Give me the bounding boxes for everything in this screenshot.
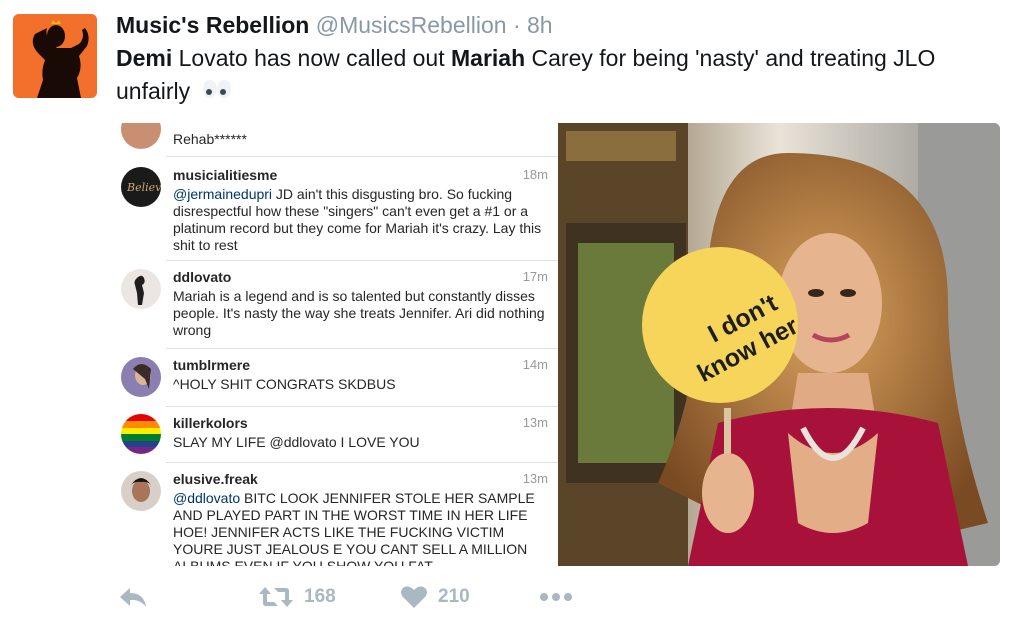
comment-text: @ddlovato BITC LOOK JENNIFER STOLE HER S… bbox=[173, 490, 548, 566]
comment-time: 13m bbox=[522, 415, 548, 430]
comment-username: tumblrmere bbox=[173, 357, 251, 373]
comment-time: 13m bbox=[522, 471, 548, 486]
commenter-avatar: Believe bbox=[121, 167, 161, 207]
tweet-timestamp[interactable]: 8h bbox=[527, 12, 553, 38]
instagram-comments-screenshot: Rehab****** Believe musicialitiesme 18m … bbox=[114, 123, 558, 566]
tweet-media[interactable]: Rehab****** Believe musicialitiesme 18m … bbox=[114, 123, 1000, 566]
comment-mention: @ddlovato bbox=[173, 490, 241, 506]
tweet-text-part-2: Lovato has now called out bbox=[172, 45, 451, 71]
more-button[interactable] bbox=[538, 585, 574, 609]
list-item: killerkolors 13m SLAY MY LIFE @ddlovato … bbox=[114, 407, 558, 463]
like-count: 210 bbox=[438, 586, 470, 607]
list-item: ddlovato 17m Mariah is a legend and is s… bbox=[114, 261, 558, 349]
commenter-avatar bbox=[121, 471, 161, 511]
retweet-count: 168 bbox=[304, 586, 336, 607]
retweet-button[interactable]: 168 bbox=[258, 585, 336, 609]
comment-time: 17m bbox=[522, 269, 548, 284]
comment-text: ^HOLY SHIT CONGRATS SKDBUS bbox=[173, 376, 396, 392]
comment-mention: @jermainedupri bbox=[173, 186, 273, 202]
comment-text: SLAY MY LIFE @ddlovato I LOVE YOU bbox=[173, 434, 420, 450]
comment-time: 14m bbox=[522, 357, 548, 372]
comment-time: 18m bbox=[522, 167, 548, 182]
commenter-avatar bbox=[121, 269, 161, 309]
list-item: tumblrmere 14m ^HOLY SHIT CONGRATS SKDBU… bbox=[114, 349, 558, 407]
tweet-text-bold-2: Mariah bbox=[451, 45, 526, 71]
more-icon bbox=[540, 593, 572, 601]
tweet-actions: 168 210 bbox=[0, 585, 1010, 621]
header-separator: · bbox=[512, 12, 521, 38]
comment-text: Mariah is a legend and is so talented bu… bbox=[173, 288, 545, 338]
comment-username: musicialitiesme bbox=[173, 167, 278, 183]
photo-mariah: I don't know her bbox=[558, 123, 1000, 566]
tweet-text: Demi Lovato has now called out Mariah Ca… bbox=[116, 42, 996, 109]
list-item: Rehab****** bbox=[114, 123, 558, 157]
rainbow-flag-avatar bbox=[121, 414, 161, 454]
reply-button[interactable] bbox=[118, 585, 148, 609]
tweet-text-bold-1: Demi bbox=[116, 45, 173, 71]
author-avatar[interactable] bbox=[13, 14, 97, 98]
list-item: elusive.freak 13m @ddlovato BITC LOOK JE… bbox=[114, 463, 558, 566]
eyes-icon bbox=[201, 76, 233, 109]
comment-text: @jermainedupri JD ain't this disgusting … bbox=[173, 186, 548, 254]
svg-text:Believe: Believe bbox=[126, 181, 161, 194]
list-item: Believe musicialitiesme 18m @jermainedup… bbox=[114, 157, 558, 261]
comment-username: killerkolors bbox=[173, 415, 248, 431]
like-button[interactable]: 210 bbox=[400, 585, 470, 609]
author-name[interactable]: Music's Rebellion bbox=[116, 12, 309, 38]
comment-username: ddlovato bbox=[173, 269, 232, 285]
author-handle[interactable]: @MusicsRebellion bbox=[316, 12, 507, 38]
tweet-header: Music's Rebellion @MusicsRebellion · 8h bbox=[116, 10, 553, 40]
silhouette-icon bbox=[13, 14, 97, 98]
reply-icon bbox=[120, 588, 146, 607]
heart-icon bbox=[401, 586, 427, 608]
comment-username: elusive.freak bbox=[173, 471, 258, 487]
commenter-avatar bbox=[121, 357, 161, 397]
comment-text: Rehab****** bbox=[173, 131, 247, 147]
retweet-icon bbox=[259, 587, 293, 607]
commenter-avatar bbox=[121, 123, 161, 149]
